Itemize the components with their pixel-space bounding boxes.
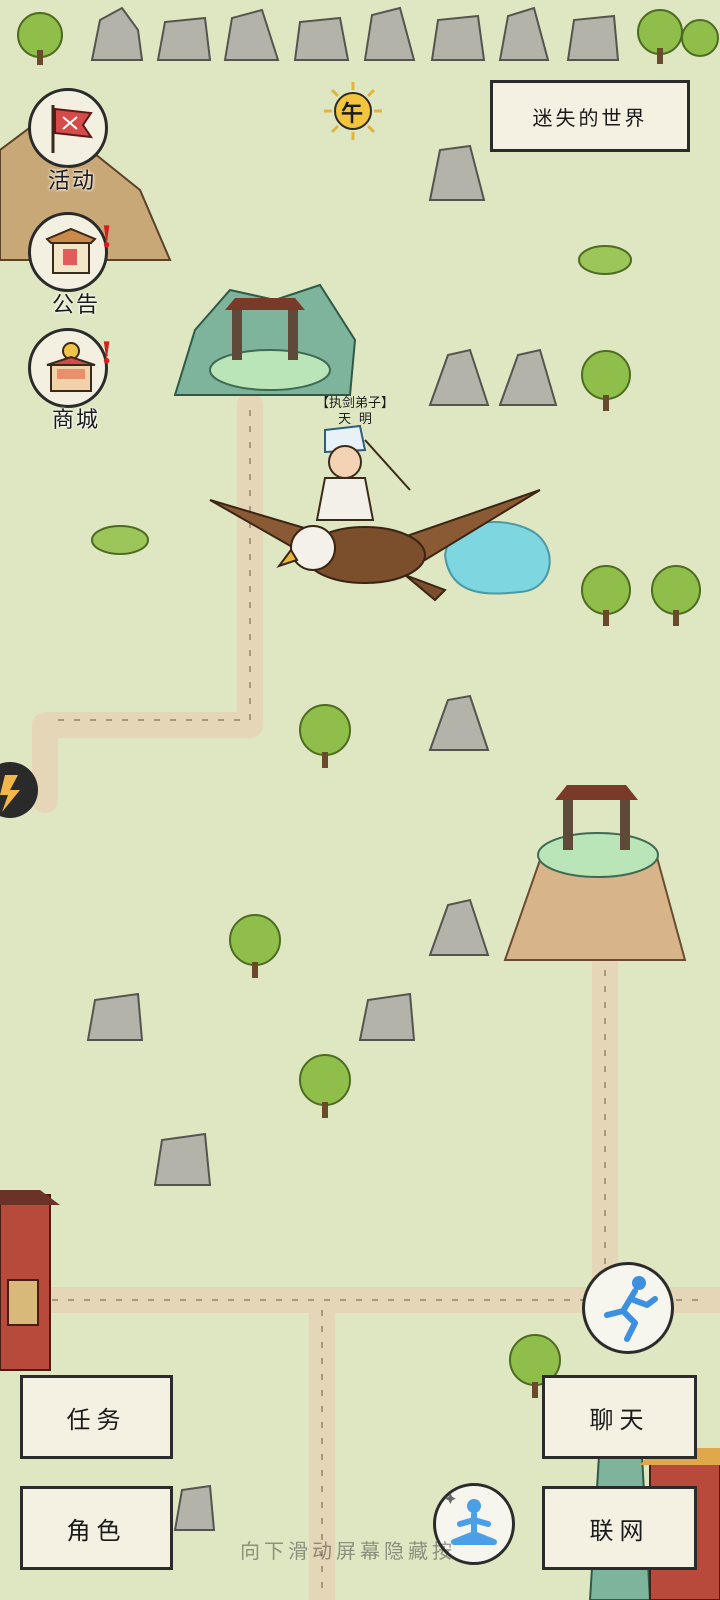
chat-label: 聊天 bbox=[589, 1405, 650, 1434]
player-character bbox=[315, 424, 411, 521]
world-title: 迷失的世界 bbox=[532, 105, 648, 130]
shop-alert-badge: ! bbox=[100, 336, 114, 371]
event-button[interactable] bbox=[28, 88, 108, 168]
notice-board-icon bbox=[45, 227, 97, 274]
gate-shrine bbox=[173, 283, 357, 396]
network-button[interactable]: 联网 bbox=[542, 1486, 697, 1570]
network-label: 联网 bbox=[589, 1516, 650, 1545]
shop-icon bbox=[46, 342, 96, 392]
swipe-hint-text: 向下滑动屏幕隐藏按 bbox=[240, 1539, 456, 1563]
character-button[interactable]: 角色 bbox=[20, 1486, 173, 1570]
player-on-eagle[interactable] bbox=[205, 420, 545, 610]
shop-button[interactable] bbox=[28, 328, 108, 408]
chat-button[interactable]: 聊天 bbox=[542, 1375, 697, 1459]
eagle-mount bbox=[209, 489, 541, 602]
tree bbox=[637, 9, 683, 64]
time-of-day-label: 午 bbox=[341, 101, 364, 127]
quest-label: 任务 bbox=[66, 1405, 127, 1434]
notice-label: 公告 bbox=[52, 293, 101, 318]
world-title-banner[interactable]: 迷失的世界 bbox=[490, 80, 690, 152]
notice-alert-badge: ! bbox=[100, 220, 114, 255]
shop-label: 商城 bbox=[52, 408, 101, 433]
mesa-shrine bbox=[503, 785, 687, 961]
auto-run-button[interactable] bbox=[582, 1262, 674, 1354]
character-label: 角色 bbox=[66, 1516, 127, 1545]
event-label: 活动 bbox=[48, 169, 97, 194]
rock-row bbox=[17, 6, 719, 65]
flag-icon bbox=[51, 105, 94, 153]
tree bbox=[681, 19, 719, 57]
temple bbox=[0, 1190, 60, 1371]
quest-button[interactable]: 任务 bbox=[20, 1375, 173, 1459]
notice-button[interactable] bbox=[28, 212, 108, 292]
time-of-day-indicator: 午 bbox=[322, 80, 384, 142]
tree bbox=[17, 12, 63, 65]
running-man-icon bbox=[604, 1276, 658, 1342]
